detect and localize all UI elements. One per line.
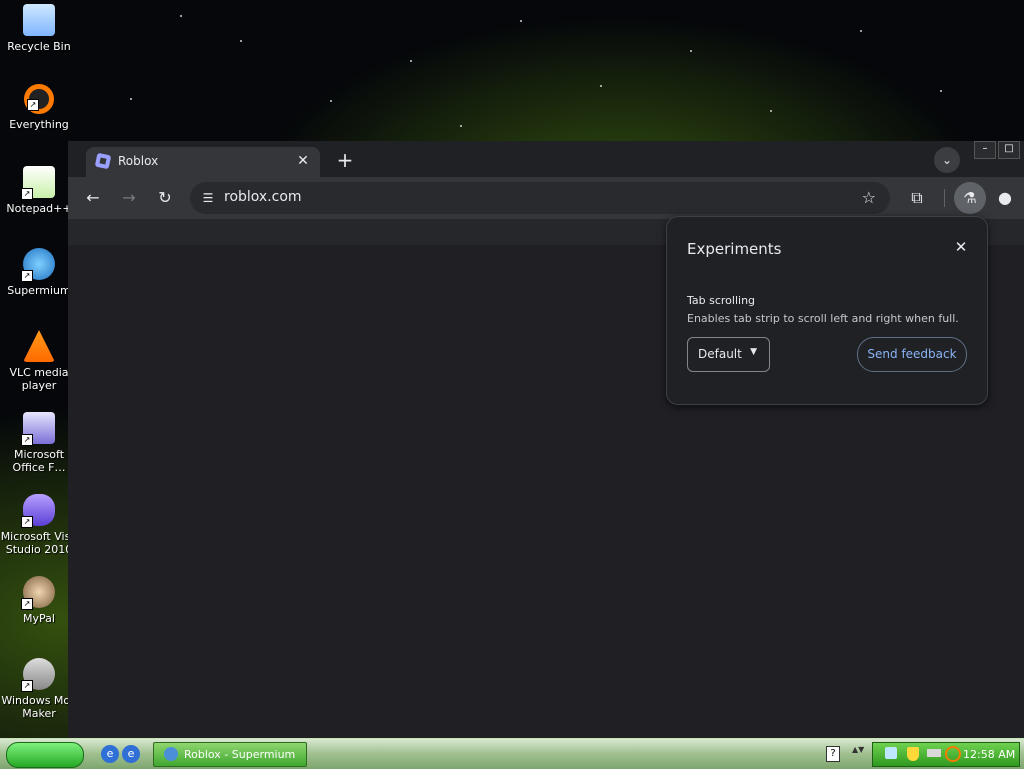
experiments-flask-icon[interactable]: ⚗ xyxy=(954,182,986,214)
ie-icon[interactable]: e xyxy=(101,745,119,763)
desktop-icon-office[interactable]: ↗ Microsoft Office F… xyxy=(0,412,78,474)
notepad-plus-plus-icon: ↗ xyxy=(21,166,55,200)
tab-search-chevron-icon[interactable]: ⌄ xyxy=(934,147,960,173)
profile-person-icon[interactable]: ● xyxy=(992,186,1018,210)
forward-arrow-icon[interactable]: → xyxy=(116,186,142,210)
desktop-icon-notepad-plus-plus[interactable]: ↗ Notepad++ xyxy=(0,166,78,215)
select-value: Default xyxy=(698,347,742,361)
everything-search-icon: ↗ xyxy=(24,84,54,114)
bookmark-star-icon[interactable]: ☆ xyxy=(862,188,876,207)
office-icon: ↗ xyxy=(21,412,55,446)
usb-icon[interactable] xyxy=(927,749,941,757)
maximize-button[interactable]: □ xyxy=(998,141,1020,159)
url-text: roblox.com xyxy=(224,189,302,205)
browser-quicklaunch-icon[interactable]: e xyxy=(122,745,140,763)
mypal-browser-icon: ↗ xyxy=(21,576,55,610)
tab-title: Roblox xyxy=(118,154,159,168)
feature-description: Enables tab strip to scroll left and rig… xyxy=(687,312,959,325)
desktop-icon-movie-maker[interactable]: ↗ Windows Mov Maker xyxy=(0,658,78,720)
dropdown-caret-icon: ▼ xyxy=(750,347,757,357)
desktop-icon-label: Windows Mov Maker xyxy=(1,694,77,720)
security-shield-icon[interactable] xyxy=(907,747,919,761)
desktop-icon-visual-studio[interactable]: ↗ Microsoft Visu Studio 2010 xyxy=(0,494,78,556)
start-button[interactable] xyxy=(6,742,84,768)
reload-icon[interactable]: ↻ xyxy=(152,186,178,210)
toolbar-separator xyxy=(944,189,945,207)
extensions-puzzle-icon[interactable]: ⧉ xyxy=(904,186,930,210)
desktop-icon-supermium[interactable]: ↗ Supermium xyxy=(0,248,78,297)
feature-name: Tab scrolling xyxy=(687,294,756,307)
supermium-taskbar-icon xyxy=(164,747,178,761)
minimize-button[interactable]: – xyxy=(974,141,996,159)
vlc-cone-icon xyxy=(23,330,55,362)
tab-close-icon[interactable]: ✕ xyxy=(294,152,312,170)
feature-state-select[interactable]: Default ▼ xyxy=(687,337,770,372)
desktop-icon-label: MyPal xyxy=(23,612,55,625)
clock[interactable]: 12:58 AM xyxy=(963,748,1015,761)
taskbar-button-label: Roblox - Supermium xyxy=(184,748,296,761)
desktop-icon-label: Microsoft Office F… xyxy=(12,448,66,474)
desktop-icon-label: VLC media player xyxy=(9,366,69,392)
experiments-title: Experiments xyxy=(687,240,782,258)
roblox-favicon-icon xyxy=(94,152,112,170)
close-icon[interactable]: ✕ xyxy=(951,237,971,257)
visual-studio-icon: ↗ xyxy=(21,494,55,528)
desktop-icon-everything[interactable]: ↗ Everything xyxy=(0,84,78,131)
desktop-icon-label: Recycle Bin xyxy=(7,40,71,53)
send-feedback-button[interactable]: Send feedback xyxy=(857,337,967,372)
supermium-browser-icon: ↗ xyxy=(21,248,55,282)
recycle-bin-icon xyxy=(23,4,55,36)
desktop-icon-label: Notepad++ xyxy=(6,202,72,215)
desktop-icon-label: Microsoft Visu Studio 2010 xyxy=(0,530,78,556)
desktop-icon-label: Everything xyxy=(9,118,69,131)
new-tab-plus-icon[interactable]: + xyxy=(334,149,356,171)
network-icon[interactable] xyxy=(885,747,897,759)
site-info-tune-icon[interactable]: ☰ xyxy=(200,190,216,206)
taskbar-button-roblox-supermium[interactable]: Roblox - Supermium xyxy=(153,742,307,767)
movie-maker-icon: ↗ xyxy=(21,658,55,692)
toolbar: ← → ↻ ☰ roblox.com ☆ ⧉ ⚗ ● xyxy=(68,177,1024,219)
address-bar[interactable]: ☰ roblox.com ☆ xyxy=(190,182,890,214)
search-icon[interactable] xyxy=(945,746,961,762)
tab-roblox[interactable]: Roblox ✕ xyxy=(86,147,320,177)
tab-strip: Roblox ✕ + ⌄ – □ xyxy=(68,141,1024,177)
desktop-icon-vlc[interactable]: VLC media player xyxy=(0,330,78,392)
desktop-icon-label: Supermium xyxy=(7,284,71,297)
taskbar: e e Roblox - Supermium ? ▲▼ 12:58 AM xyxy=(0,738,1024,769)
back-arrow-icon[interactable]: ← xyxy=(80,186,106,210)
help-icon[interactable]: ? xyxy=(826,746,840,762)
tray-expand-icon[interactable]: ▲▼ xyxy=(852,745,864,754)
experiments-bubble: Experiments ✕ Tab scrolling Enables tab … xyxy=(666,216,988,405)
desktop-icon-recycle-bin[interactable]: Recycle Bin xyxy=(0,4,78,53)
desktop-icon-mypal[interactable]: ↗ MyPal xyxy=(0,576,78,625)
system-tray: 12:58 AM xyxy=(872,742,1020,767)
